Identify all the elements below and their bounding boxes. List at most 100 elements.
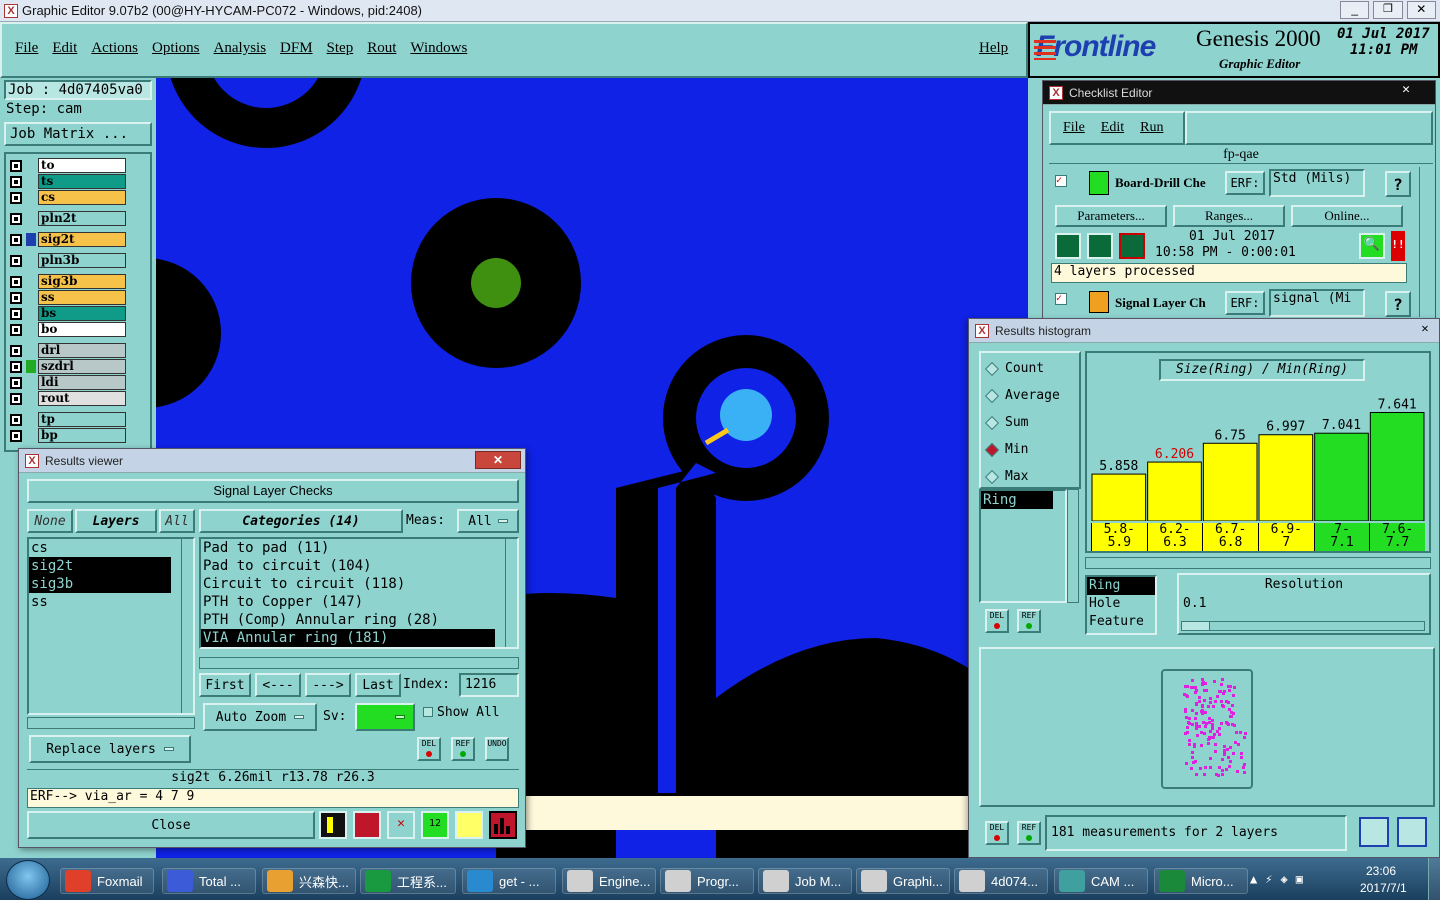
tray-network-icon[interactable]: ⚡ [1265, 872, 1272, 886]
layer-name[interactable]: sig2t [38, 232, 126, 247]
ring-list-scrollbar[interactable] [1067, 489, 1079, 603]
print-icon[interactable] [1397, 817, 1427, 847]
del-button[interactable]: DEL [417, 737, 441, 761]
layer-checkbox[interactable] [10, 307, 22, 320]
meas-select[interactable]: All [457, 509, 519, 533]
result-layer-item[interactable]: ss [29, 593, 171, 611]
layer-checkbox[interactable] [10, 344, 22, 357]
results-viewer-close-icon[interactable]: ✕ [475, 451, 521, 469]
layer-name[interactable]: sig3b [38, 274, 126, 289]
layer-checkbox[interactable] [10, 413, 22, 426]
menu-item-options[interactable]: Options [152, 40, 200, 57]
taskbar-item[interactable]: Micro... [1154, 868, 1248, 894]
layer-row-ss[interactable]: ss [10, 290, 126, 305]
window-controls[interactable]: _ ❐ ✕ [1340, 1, 1436, 19]
layer-row-szdrl[interactable]: szdrl [10, 359, 126, 374]
signal-layer-check-label[interactable]: Signal Layer Ch [1115, 295, 1225, 311]
hist-ref-button[interactable]: REF [1017, 609, 1041, 633]
layer-name[interactable]: bo [38, 322, 126, 337]
layer-row-bs[interactable]: bs [10, 306, 126, 321]
layer-row-bo[interactable]: bo [10, 322, 126, 337]
histogram-hscroll[interactable] [1085, 557, 1431, 569]
feature-list-item[interactable]: Hole [1087, 595, 1155, 613]
category-item[interactable]: VIA Annular ring (181) [201, 629, 495, 647]
layer-checkbox[interactable] [10, 275, 22, 288]
histogram-bar[interactable] [1314, 432, 1369, 521]
checklist-scrollbar[interactable] [1419, 167, 1431, 317]
layer-row-drl[interactable]: drl [10, 343, 126, 358]
hist-del-button[interactable]: DEL [985, 609, 1009, 633]
menu-item-actions[interactable]: Actions [91, 40, 138, 57]
result-layer-item[interactable]: sig2t [29, 557, 171, 575]
histogram-icon[interactable] [489, 811, 517, 839]
taskbar-item[interactable]: Foxmail [60, 868, 154, 894]
category-item[interactable]: PTH to Copper (147) [201, 593, 495, 611]
show-all-checkbox[interactable] [423, 707, 433, 717]
taskbar-item[interactable]: Job M... [758, 868, 852, 894]
start-button[interactable] [6, 860, 50, 900]
layer-row-sig3b[interactable]: sig3b [10, 274, 126, 289]
feature-list-item[interactable]: Ring [1087, 577, 1155, 595]
taskbar-item[interactable]: Total ... [162, 868, 256, 894]
erf-value-1[interactable]: Std (Mils) [1269, 169, 1365, 197]
layer-checkbox[interactable] [10, 254, 22, 267]
mode-max[interactable]: Max [981, 463, 1079, 490]
layer-name[interactable]: rout [38, 391, 126, 406]
menu-item-windows[interactable]: Windows [410, 40, 467, 57]
minimize-icon[interactable]: _ [1340, 1, 1370, 19]
layer-checkbox[interactable] [10, 175, 22, 188]
select-icon[interactable] [353, 811, 381, 839]
mode-min[interactable]: Min [981, 436, 1079, 463]
clear-icon[interactable]: ✕ [387, 811, 415, 839]
taskbar-item[interactable]: 4d074... [954, 868, 1048, 894]
checklist-close-icon[interactable]: ✕ [1379, 82, 1433, 100]
close-button[interactable]: Close [27, 811, 315, 839]
check-enable-icon-2[interactable]: ✓ [1055, 293, 1067, 305]
layer-name[interactable]: szdrl [38, 359, 126, 374]
check-enable-icon[interactable]: ✓ [1055, 175, 1067, 187]
layer-checkbox[interactable] [10, 429, 22, 442]
last-button[interactable]: Last [355, 673, 401, 697]
show-desktop-button[interactable] [1428, 858, 1440, 900]
layer-list-scrollbar[interactable] [181, 539, 193, 713]
layer-row-tp[interactable]: tp [10, 412, 126, 427]
layer-checkbox[interactable] [10, 212, 22, 225]
category-item[interactable]: Circuit to circuit (118) [201, 575, 495, 593]
ranges-button[interactable]: Ranges... [1173, 205, 1285, 227]
layer-name[interactable]: ldi [38, 375, 126, 390]
category-item[interactable]: Pad to pad (11) [201, 539, 495, 557]
ring-list[interactable]: Ring [979, 489, 1067, 603]
layer-name[interactable]: ts [38, 174, 126, 189]
taskbar-item[interactable]: CAM ... [1054, 868, 1148, 894]
layer-row-pln2t[interactable]: pln2t [10, 211, 126, 226]
number-icon[interactable]: 12 [421, 811, 449, 839]
online-button[interactable]: Online... [1291, 205, 1403, 227]
maximize-icon[interactable]: ❐ [1373, 1, 1403, 19]
prev-button[interactable]: <--- [255, 673, 301, 697]
taskbar-item[interactable]: get - ... [462, 868, 556, 894]
histogram-bar[interactable] [1091, 473, 1147, 521]
erf-button-2[interactable]: ERF: [1225, 291, 1265, 315]
layer-row-rout[interactable]: rout [10, 391, 126, 406]
histogram-bar[interactable] [1369, 411, 1425, 521]
layer-checkbox[interactable] [10, 392, 22, 405]
layer-checkbox[interactable] [10, 323, 22, 336]
layer-results-list[interactable]: cs sig2t sig3b ss [27, 537, 195, 715]
run-icon[interactable] [1055, 233, 1081, 259]
clock-time[interactable]: 23:06 [1366, 864, 1396, 878]
ref-button[interactable]: REF [451, 737, 475, 761]
menu-item-file[interactable]: File [15, 40, 38, 57]
first-button[interactable]: First [199, 673, 251, 697]
layers-all-button[interactable]: All [159, 509, 195, 533]
layer-name[interactable]: drl [38, 343, 126, 358]
menu-item-step[interactable]: Step [327, 40, 354, 57]
taskbar-item[interactable]: Graphi... [856, 868, 950, 894]
help-menu[interactable]: Help [979, 40, 1008, 57]
feature-list-item[interactable]: Feature [1087, 613, 1155, 631]
layer-row-ts[interactable]: ts [10, 174, 126, 189]
layer-row-cs[interactable]: cs [10, 190, 126, 205]
layer-row-pln3b[interactable]: pln3b [10, 253, 126, 268]
menu-item-rout[interactable]: Rout [367, 40, 396, 57]
menu-item-dfm[interactable]: DFM [280, 40, 313, 57]
layer-name[interactable]: to [38, 158, 126, 173]
